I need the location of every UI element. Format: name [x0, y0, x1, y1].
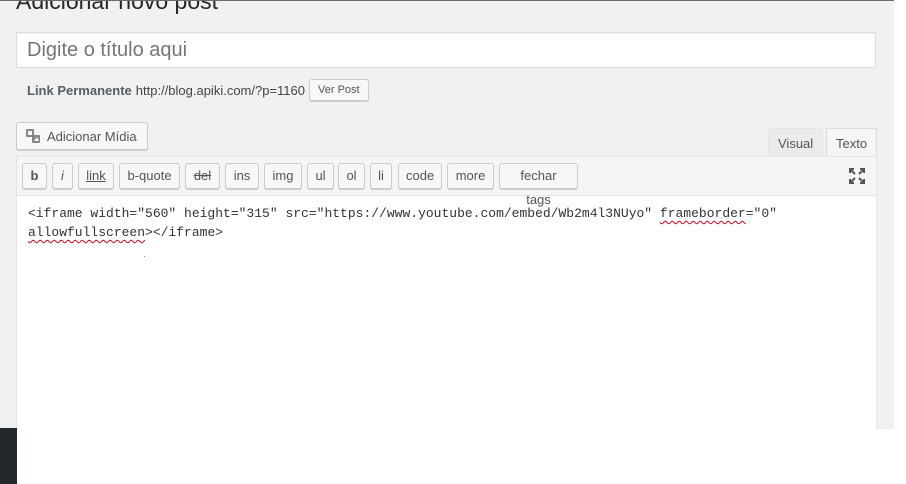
add-media-button[interactable]: Adicionar Mídia: [16, 122, 148, 150]
qt-blockquote-button[interactable]: b-quote: [119, 163, 180, 189]
editor-content[interactable]: <iframe width="560" height="315" src="ht…: [28, 204, 828, 242]
fullscreen-icon[interactable]: [848, 167, 866, 185]
qt-italic-button[interactable]: i: [52, 163, 73, 189]
qt-more-button[interactable]: more: [447, 163, 494, 189]
qt-ul-button[interactable]: ul: [307, 163, 334, 189]
text-editor: b i link b-quote del ins img ul ol li co…: [16, 156, 877, 429]
page-title: Adicionar novo post: [16, 0, 219, 14]
qt-link-button[interactable]: link: [78, 163, 114, 189]
permalink-row: Link Permanente http://blog.apiki.com/?p…: [27, 79, 369, 101]
post-title-input[interactable]: [16, 32, 876, 68]
permalink-label: Link Permanente: [27, 82, 132, 98]
media-icon: [25, 128, 41, 144]
spellcheck-word-frameborder: frameborder: [659, 206, 746, 221]
add-media-label: Adicionar Mídia: [47, 128, 137, 144]
post-editor-screen: Adicionar novo post Link Permanente http…: [0, 0, 894, 429]
qt-img-button[interactable]: img: [264, 163, 302, 189]
qt-del-button[interactable]: del: [185, 163, 220, 189]
editor-line-1-end: ="0": [745, 206, 777, 221]
admin-sidebar-edge: [0, 428, 17, 484]
text-cursor: [144, 256, 145, 257]
spellcheck-word-allowfullscreen: allowfullscreen: [28, 225, 146, 240]
page-edge-right: [894, 0, 906, 20]
permalink-url[interactable]: http://blog.apiki.com/?p=1160: [136, 83, 305, 98]
quicktags-toolbar: b i link b-quote del ins img ul ol li co…: [17, 157, 876, 207]
editor-line-2-end: ></iframe>: [145, 225, 224, 240]
view-post-button[interactable]: Ver Post: [309, 79, 369, 101]
editor-line-1-start: <iframe width="560" height="315" src="ht…: [28, 206, 660, 221]
tab-visual[interactable]: Visual: [768, 128, 824, 157]
qt-close-tags-button[interactable]: fechar tags: [499, 163, 578, 207]
qt-ol-button[interactable]: ol: [338, 163, 365, 189]
tab-text[interactable]: Texto: [826, 128, 878, 158]
qt-bold-button[interactable]: b: [22, 163, 47, 189]
qt-li-button[interactable]: li: [370, 163, 392, 189]
qt-code-button[interactable]: code: [398, 163, 442, 189]
qt-ins-button[interactable]: ins: [225, 163, 259, 189]
